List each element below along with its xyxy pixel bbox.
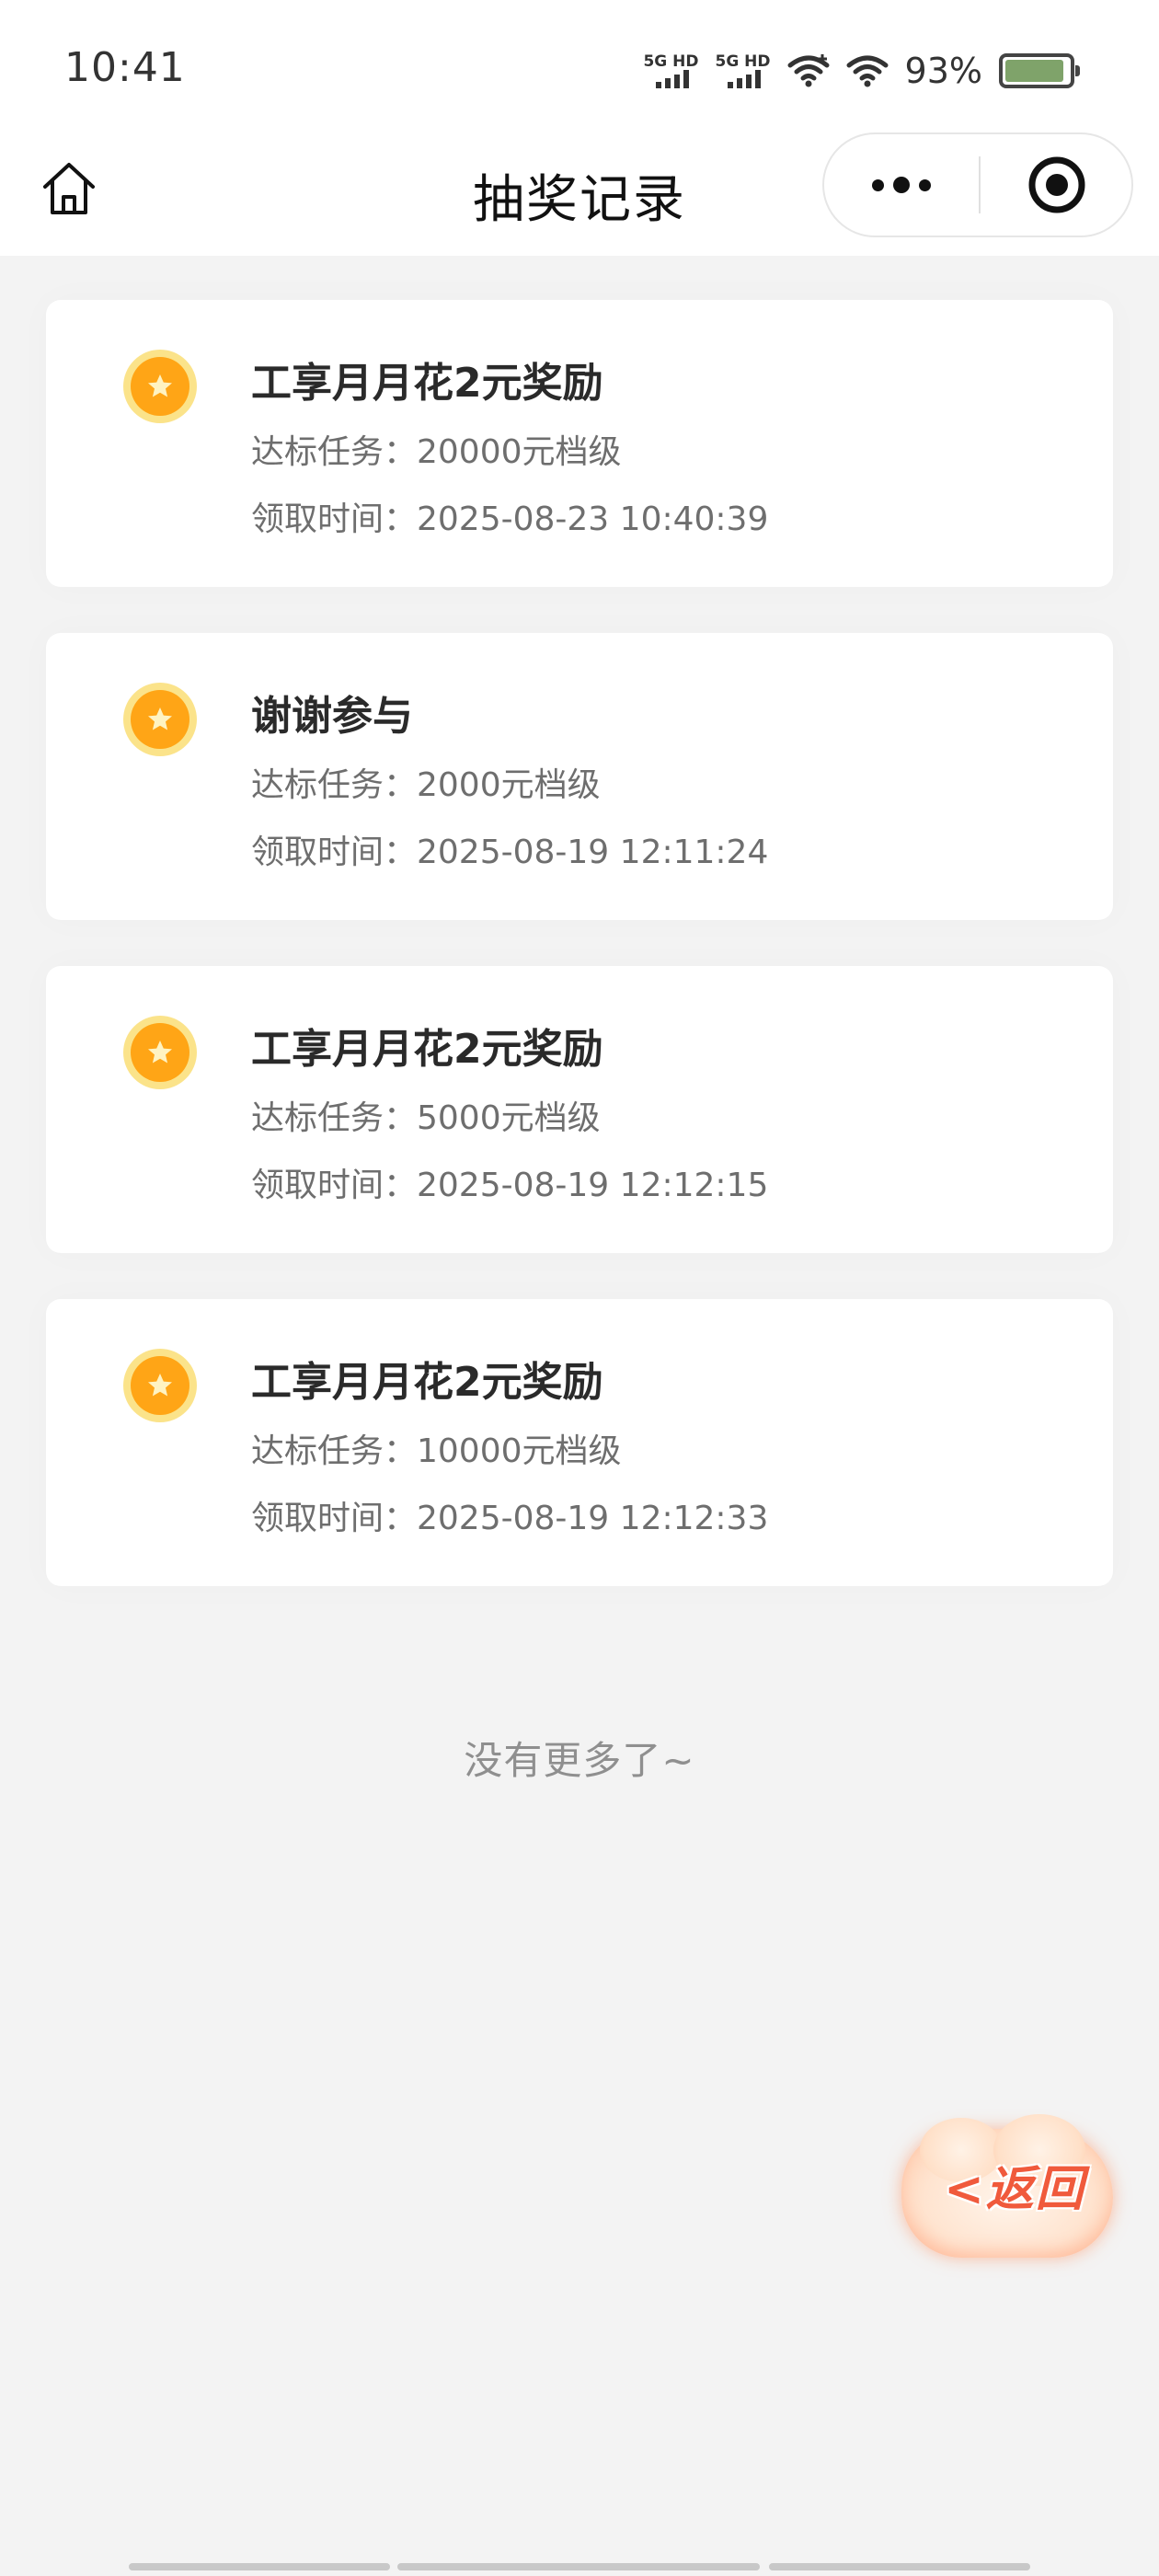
gesture-bar-segment	[129, 2563, 390, 2570]
record-title: 工享月月花2元奖励	[251, 1026, 603, 1073]
gesture-bar-segment	[397, 2563, 760, 2570]
record-title: 谢谢参与	[251, 693, 413, 740]
status-time: 10:41	[64, 44, 186, 91]
mini-program-capsule	[822, 132, 1133, 237]
battery-level	[1005, 60, 1064, 82]
record-task: 达标任务：2000元档级	[251, 766, 601, 804]
record-title: 工享月月花2元奖励	[251, 360, 603, 407]
back-button[interactable]: <返回	[885, 2112, 1131, 2276]
record-task: 达标任务：10000元档级	[251, 1432, 622, 1470]
record-time: 领取时间：2025-08-19 12:12:15	[251, 1167, 769, 1204]
signal-2-label: 5G HD	[715, 52, 771, 71]
gesture-bar-segment	[769, 2563, 1030, 2570]
more-dots-icon[interactable]	[824, 134, 979, 236]
target-circle-icon[interactable]	[981, 134, 1133, 236]
record-time: 领取时间：2025-08-19 12:11:24	[251, 834, 769, 871]
signal-1-label: 5G HD	[643, 52, 699, 71]
navigation-bar: 抽奖记录	[0, 132, 1159, 256]
record-task: 达标任务：20000元档级	[251, 433, 622, 471]
record-card[interactable]: 工享月月花2元奖励 达标任务：10000元档级 领取时间：2025-08-19 …	[46, 1299, 1113, 1586]
record-card[interactable]: 谢谢参与 达标任务：2000元档级 领取时间：2025-08-19 12:11:…	[46, 633, 1113, 920]
wifi-icon	[846, 55, 889, 87]
status-indicators: 5G HD 5G HD 93%	[643, 48, 1080, 94]
signal-bars-icon	[656, 70, 690, 88]
record-card[interactable]: 工享月月花2元奖励 达标任务：20000元档级 领取时间：2025-08-23 …	[46, 300, 1113, 587]
wifi-plus-icon	[787, 54, 830, 87]
lottery-record-list: 工享月月花2元奖励 达标任务：20000元档级 领取时间：2025-08-23 …	[46, 300, 1113, 1632]
star-coin-icon	[123, 1016, 197, 1089]
no-more-text: 没有更多了~	[464, 1738, 695, 1783]
record-time: 领取时间：2025-08-19 12:12:33	[251, 1500, 769, 1537]
signal-bars-icon	[728, 70, 762, 88]
record-card[interactable]: 工享月月花2元奖励 达标任务：5000元档级 领取时间：2025-08-19 1…	[46, 966, 1113, 1253]
status-bar: 10:41 5G HD 5G HD 93%	[0, 0, 1159, 138]
cellular-signal-2: 5G HD	[715, 52, 771, 88]
back-button-label: <返回	[944, 2161, 1085, 2217]
battery-icon	[999, 53, 1080, 88]
star-coin-icon	[123, 1349, 197, 1422]
cellular-signal-1: 5G HD	[643, 53, 698, 88]
star-coin-icon	[123, 350, 197, 423]
record-title: 工享月月花2元奖励	[251, 1359, 603, 1406]
record-time: 领取时间：2025-08-23 10:40:39	[251, 500, 769, 538]
record-task: 达标任务：5000元档级	[251, 1099, 601, 1137]
star-coin-icon	[123, 683, 197, 756]
battery-percent: 93%	[904, 51, 982, 91]
